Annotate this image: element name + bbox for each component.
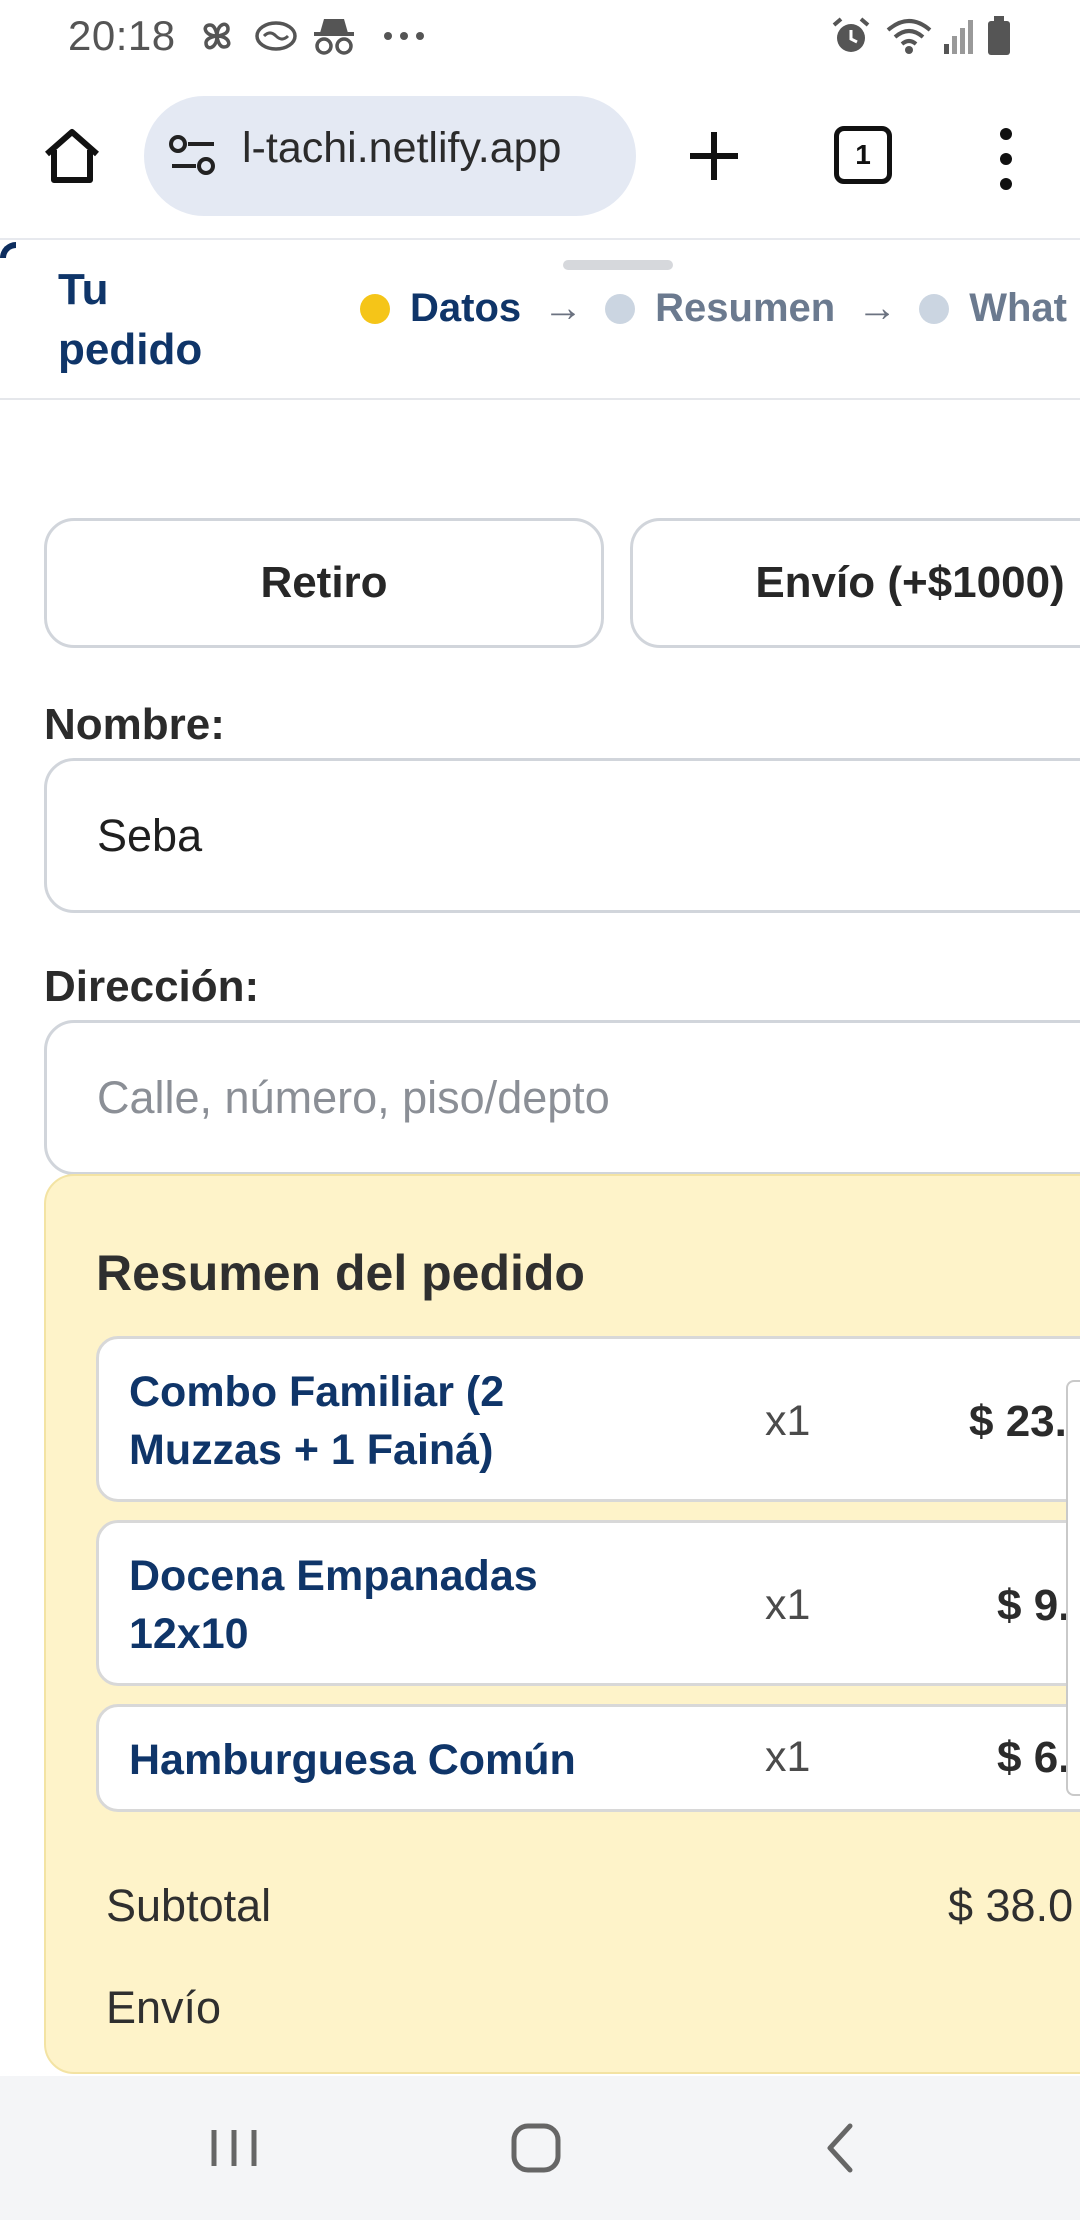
system-nav-bar — [0, 2076, 1080, 2220]
subtotal-label: Subtotal — [106, 1880, 272, 1931]
list-item: Combo Familiar (2 Muzzas + 1 Fainá) x1 $… — [96, 1336, 1080, 1502]
site-settings-icon[interactable] — [168, 132, 218, 178]
browser-toolbar: l-tachi.netlify.app 1 — [0, 72, 1080, 240]
kebab-menu-icon — [1000, 128, 1012, 190]
name-field[interactable]: Seba — [44, 758, 1080, 913]
summary-title: Resumen del pedido — [96, 1245, 585, 1301]
signal-icon — [942, 16, 976, 56]
address-label: Dirección: — [44, 962, 260, 1011]
order-summary-card: Resumen del pedido Combo Familiar (2 Muz… — [44, 1174, 1080, 2074]
back-icon — [827, 2123, 853, 2173]
order-header: Tu pedido Datos → Resumen → What — [0, 242, 1080, 400]
more-dots-icon — [382, 16, 426, 56]
alarm-icon — [830, 16, 872, 56]
item-qty: x1 — [765, 1581, 811, 1629]
step-datos: Datos — [360, 286, 521, 331]
list-scrollbar[interactable] — [1066, 1380, 1080, 1796]
item-qty: x1 — [765, 1733, 811, 1781]
item-qty: x1 — [765, 1397, 811, 1445]
pickup-option-button[interactable]: Retiro — [44, 518, 604, 648]
tab-switcher-button[interactable]: 1 — [834, 126, 892, 184]
step-label: What — [969, 286, 1067, 330]
step-arrow-icon: → — [857, 286, 898, 330]
new-tab-button[interactable] — [680, 122, 748, 190]
step-label: Datos — [410, 286, 522, 330]
name-value[interactable]: Seba — [97, 810, 202, 862]
address-placeholder[interactable]: Calle, número, piso/depto — [97, 1072, 610, 1124]
step-arrow-icon: → — [543, 286, 584, 330]
item-name: Docena Empanadas 12x10 — [129, 1552, 538, 1658]
home-icon — [511, 2123, 561, 2173]
drag-handle[interactable] — [563, 260, 673, 270]
checkout-steps: Datos → Resumen → What — [360, 286, 1067, 331]
phone-screen: 20:18 l-tachi.netlify.app 1 Tu pedido Da… — [0, 0, 1080, 2220]
incognito-icon — [312, 16, 356, 56]
battery-icon — [986, 16, 1012, 56]
shipping-label: Envío — [106, 1982, 222, 2033]
step-pending-dot — [605, 293, 636, 324]
item-name: Combo Familiar (2 Muzzas + 1 Fainá) — [129, 1368, 505, 1474]
step-resumen: Resumen — [605, 286, 835, 331]
list-item: Hamburguesa Común x1 $ 6.00 — [96, 1704, 1080, 1812]
page-title: Tu pedido — [58, 265, 203, 374]
wifi-icon — [884, 16, 934, 56]
handshake-icon — [254, 16, 298, 56]
url-text[interactable]: l-tachi.netlify.app — [242, 124, 561, 173]
plus-icon — [690, 132, 738, 180]
home-icon — [45, 129, 99, 183]
name-label: Nombre: — [44, 700, 225, 749]
recents-button[interactable] — [194, 2118, 274, 2178]
address-bar[interactable]: l-tachi.netlify.app — [144, 96, 636, 216]
status-bar: 20:18 — [0, 0, 1080, 72]
browser-menu-button[interactable] — [986, 124, 1026, 194]
step-label: Resumen — [655, 286, 836, 330]
item-name: Hamburguesa Común — [129, 1736, 576, 1784]
subtotal-value: $ 38.0 — [948, 1880, 1074, 1931]
browser-home-button[interactable] — [38, 122, 106, 190]
step-whatsapp: What — [919, 286, 1067, 331]
step-active-dot — [360, 293, 390, 324]
address-field[interactable]: Calle, número, piso/depto — [44, 1020, 1080, 1175]
list-item: Docena Empanadas 12x10 x1 $ 9.00 — [96, 1520, 1080, 1686]
item-price: $ 23.00 — [969, 1397, 1080, 1446]
step-pending-dot — [919, 293, 950, 324]
status-time: 20:18 — [68, 12, 176, 59]
system-home-button[interactable] — [496, 2118, 576, 2178]
pinwheel-icon — [196, 16, 238, 56]
recents-icon — [211, 2130, 257, 2166]
back-button[interactable] — [800, 2118, 880, 2178]
corner-accent — [0, 242, 16, 258]
delivery-option-button[interactable]: Envío (+$1000) — [630, 518, 1080, 648]
